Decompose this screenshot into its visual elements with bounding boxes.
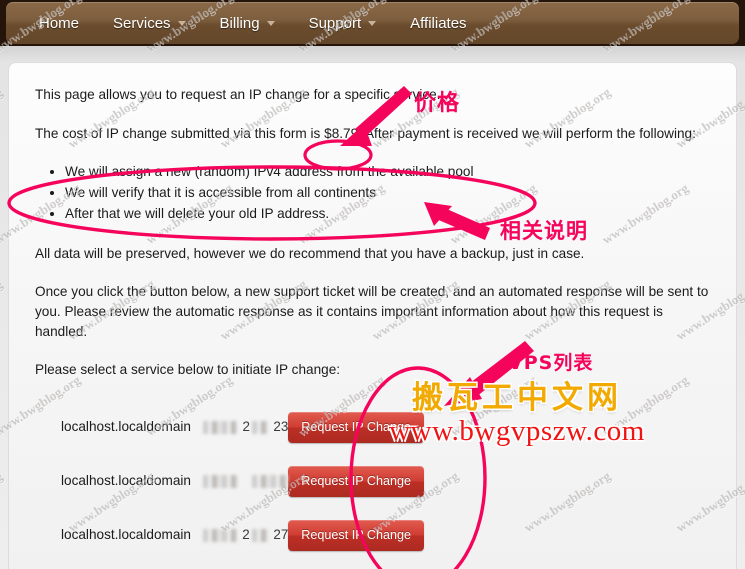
nav-item-billing[interactable]: Billing [203, 2, 292, 44]
service-detail-tail: 2 [242, 527, 250, 543]
price-value: $8.79 [324, 125, 359, 141]
ticket-note-paragraph: Once you click the button below, a new s… [35, 284, 709, 339]
service-list: localhost.localdomain 2 23 Request IP Ch… [35, 400, 710, 562]
service-detail-visible: 23 [273, 419, 289, 435]
masked-service-detail [252, 474, 289, 488]
nav-item-label: Billing [219, 14, 260, 32]
table-row: localhost.localdomain Request IP Change [35, 454, 710, 508]
masked-service-detail [202, 528, 238, 542]
service-hostname: localhost.localdomain [61, 419, 191, 435]
service-detail-visible: 27 [273, 527, 289, 543]
masked-service-detail [251, 420, 269, 434]
masked-service-detail [251, 528, 269, 542]
table-row: localhost.localdomain 2 23 Request IP Ch… [35, 400, 710, 454]
select-service-prompt: Please select a service below to initiat… [35, 362, 341, 378]
nav-item-label: Support [308, 14, 362, 32]
masked-service-detail [202, 420, 238, 434]
nav-item-label: Services [113, 14, 171, 32]
masked-service-detail [202, 474, 239, 488]
nav-item-home[interactable]: Home [22, 2, 96, 44]
nav-item-label: Affiliates [410, 14, 467, 32]
request-button-cell: Request IP Change [288, 411, 710, 443]
ip-change-content: This page allows you to request an IP ch… [9, 63, 736, 562]
chevron-down-icon [266, 20, 275, 26]
request-ip-change-button[interactable]: Request IP Change [288, 465, 424, 497]
request-ip-change-button[interactable]: Request IP Change [288, 411, 424, 443]
service-hostname: localhost.localdomain [61, 473, 191, 489]
process-bullet-list: We will assign a new (random) IPv4 addre… [35, 162, 710, 223]
nav-item-services[interactable]: Services [96, 2, 203, 44]
request-button-cell: Request IP Change [288, 519, 710, 551]
intro-paragraph: This page allows you to request an IP ch… [35, 87, 441, 102]
cost-text-before: The cost of IP change submitted via this… [35, 125, 325, 141]
list-item: We will verify that it is accessible fro… [65, 183, 710, 203]
table-row: localhost.localdomain 2 27 Request IP Ch… [35, 508, 710, 562]
list-item: We will assign a new (random) IPv4 addre… [65, 162, 710, 182]
service-detail-tail: 2 [242, 419, 250, 435]
list-item: After that we will delete your old IP ad… [65, 204, 710, 224]
content-panel: This page allows you to request an IP ch… [8, 62, 737, 569]
nav-item-support[interactable]: Support [292, 2, 394, 44]
service-hostname: localhost.localdomain [61, 527, 191, 543]
main-navigation: Home Services Billing Support Affiliates [6, 2, 739, 44]
cost-paragraph: The cost of IP change submitted via this… [35, 124, 710, 144]
request-ip-change-button[interactable]: Request IP Change [288, 519, 424, 551]
nav-item-label: Home [39, 14, 80, 32]
backup-note-paragraph: All data will be preserved, however we d… [35, 245, 585, 261]
chevron-down-icon [177, 20, 186, 26]
request-button-cell: Request IP Change [288, 465, 710, 497]
cost-text-after: . After payment is received we will perf… [358, 125, 696, 141]
chevron-down-icon [368, 20, 377, 26]
nav-item-affiliates[interactable]: Affiliates [393, 2, 483, 44]
top-bar: Home Services Billing Support Affiliates [0, 0, 745, 46]
